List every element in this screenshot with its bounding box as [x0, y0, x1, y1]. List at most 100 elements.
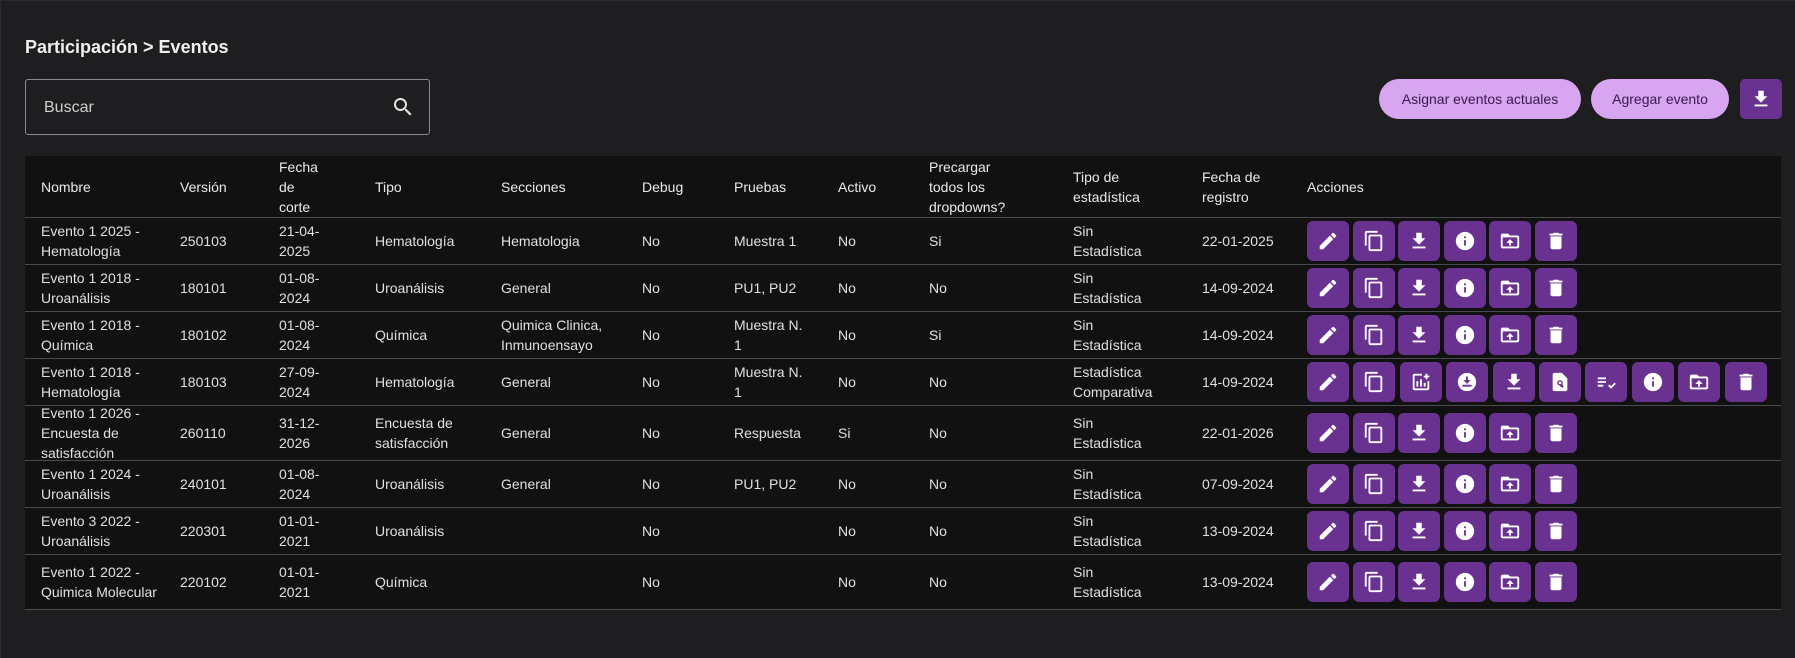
cell-nombre: Evento 1 2022 - Quimica Molecular	[41, 564, 157, 600]
delete-button[interactable]	[1535, 413, 1577, 453]
folder-upload-button[interactable]	[1489, 511, 1531, 551]
info-button[interactable]	[1444, 268, 1486, 308]
copy-icon	[1364, 277, 1383, 299]
edit-button[interactable]	[1307, 413, 1349, 453]
search-box[interactable]	[25, 79, 430, 136]
download-button[interactable]	[1398, 511, 1440, 551]
download-button[interactable]	[1398, 315, 1440, 355]
cell-nombre: Evento 1 2026 - Encuesta de satisfacción	[41, 405, 140, 461]
header-fecha-registro[interactable]: Fecha de registro	[1202, 156, 1282, 217]
search-input[interactable]	[42, 80, 386, 136]
copy-button[interactable]	[1353, 362, 1395, 402]
edit-button[interactable]	[1307, 315, 1349, 355]
cell-debug: No	[642, 280, 660, 296]
cell-precargar: No	[929, 280, 947, 296]
edit-button[interactable]	[1307, 268, 1349, 308]
cell-pruebas	[734, 508, 814, 554]
folder-upload-button[interactable]	[1489, 464, 1531, 504]
folder-upload-button[interactable]	[1489, 562, 1531, 602]
cell-secciones: Hematologia	[501, 233, 580, 249]
download-icon	[1412, 522, 1426, 539]
info-button[interactable]	[1444, 413, 1486, 453]
delete-button[interactable]	[1535, 268, 1577, 308]
copy-button[interactable]	[1353, 562, 1395, 602]
copy-button[interactable]	[1353, 315, 1395, 355]
assign-current-events-button[interactable]: Asignar eventos actuales	[1379, 79, 1581, 119]
cell-version: 240101	[180, 476, 227, 492]
download-icon	[1412, 573, 1426, 590]
folder-upload-button[interactable]	[1489, 413, 1531, 453]
cell-tipo-estadistica: Sin Estadística	[1073, 466, 1142, 502]
download-circle-button[interactable]	[1446, 362, 1488, 402]
cell-secciones: General	[501, 374, 551, 390]
breadcrumb: Participación > Eventos	[25, 37, 229, 57]
edit-button[interactable]	[1307, 464, 1349, 504]
edit-button[interactable]	[1307, 221, 1349, 261]
download-button[interactable]	[1493, 362, 1535, 402]
edit-button[interactable]	[1307, 562, 1349, 602]
chart-add-button[interactable]	[1400, 362, 1442, 402]
info-button[interactable]	[1444, 221, 1486, 261]
search-icon[interactable]	[391, 95, 415, 119]
table-row: Evento 1 2018 - Uroanálisis 180101 01-08-2…	[25, 265, 1781, 312]
cell-nombre: Evento 1 2018 - Hematología	[41, 364, 140, 400]
delete-button[interactable]	[1535, 315, 1577, 355]
copy-button[interactable]	[1353, 511, 1395, 551]
cell-debug: No	[642, 574, 660, 590]
info-button[interactable]	[1444, 511, 1486, 551]
info-button[interactable]	[1444, 315, 1486, 355]
delete-button[interactable]	[1725, 362, 1767, 402]
checklist-button[interactable]	[1585, 362, 1627, 402]
download-button[interactable]	[1398, 464, 1440, 504]
events-panel: Participación > Eventos Asignar eventos …	[0, 0, 1795, 658]
folder-upload-button[interactable]	[1678, 362, 1720, 402]
edit-button[interactable]	[1307, 362, 1349, 402]
search-document-button[interactable]	[1539, 362, 1581, 402]
cell-nombre: Evento 1 2024 - Uroanálisis	[41, 466, 140, 502]
export-download-button[interactable]	[1740, 79, 1782, 119]
delete-button[interactable]	[1535, 464, 1577, 504]
info-button[interactable]	[1444, 562, 1486, 602]
download-icon	[1412, 475, 1426, 492]
header-debug[interactable]: Debug	[642, 156, 722, 217]
cell-fecha-registro: 13-09-2024	[1202, 523, 1274, 539]
table-row: Evento 1 2018 - Química 180102 01-08-2024 Q…	[25, 312, 1781, 359]
delete-icon	[1549, 326, 1563, 344]
cell-secciones: General	[501, 280, 551, 296]
header-pruebas[interactable]: Pruebas	[734, 156, 824, 217]
header-nombre[interactable]: Nombre	[41, 156, 171, 217]
info-icon	[1455, 521, 1475, 541]
info-button[interactable]	[1632, 362, 1674, 402]
download-button[interactable]	[1398, 562, 1440, 602]
delete-button[interactable]	[1535, 221, 1577, 261]
folder-upload-button[interactable]	[1489, 221, 1531, 261]
cell-secciones	[501, 555, 611, 609]
delete-button[interactable]	[1535, 562, 1577, 602]
cell-fecha-corte: 27-09-2024	[279, 364, 320, 400]
add-event-button[interactable]: Agregar evento	[1591, 79, 1729, 119]
header-activo[interactable]: Activo	[838, 156, 918, 217]
header-tipo[interactable]: Tipo	[375, 156, 495, 217]
folder-upload-button[interactable]	[1489, 268, 1531, 308]
header-precargar[interactable]: Precargar todos los dropdowns?	[929, 156, 1024, 217]
download-button[interactable]	[1398, 221, 1440, 261]
copy-button[interactable]	[1353, 413, 1395, 453]
delete-button[interactable]	[1535, 511, 1577, 551]
info-button[interactable]	[1444, 464, 1486, 504]
copy-button[interactable]	[1353, 268, 1395, 308]
header-secciones[interactable]: Secciones	[501, 156, 641, 217]
download-button[interactable]	[1398, 413, 1440, 453]
search-document-icon	[1552, 372, 1568, 392]
cell-tipo: Química	[375, 327, 428, 343]
copy-icon	[1364, 324, 1383, 346]
cell-fecha-corte: 01-01-2021	[279, 564, 320, 600]
header-fecha-corte[interactable]: Fecha de corte	[279, 156, 329, 217]
edit-button[interactable]	[1307, 511, 1349, 551]
copy-button[interactable]	[1353, 464, 1395, 504]
folder-upload-button[interactable]	[1489, 315, 1531, 355]
header-tipo-estadistica[interactable]: Tipo de estadística	[1073, 156, 1163, 217]
header-version[interactable]: Versión	[180, 156, 270, 217]
copy-button[interactable]	[1353, 221, 1395, 261]
download-icon	[1754, 90, 1768, 107]
download-button[interactable]	[1398, 268, 1440, 308]
